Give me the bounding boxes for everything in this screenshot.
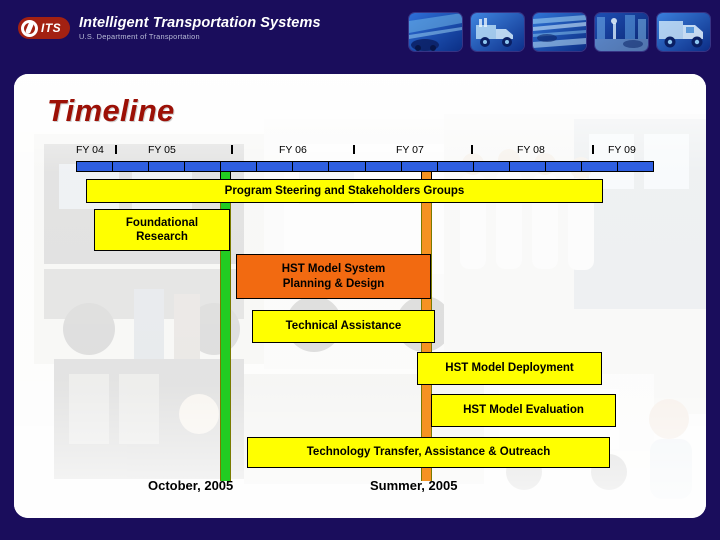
thumbnail-freight-truck [657,13,710,51]
fy-label-04: FY 04 [76,144,104,156]
quarter-segment [545,162,582,171]
axis-tick [231,145,233,154]
quarter-segment [437,162,474,171]
task-bar-technology-transfer-assistance-outreach: Technology Transfer, Assistance & Outrea… [247,437,610,468]
fy-label-05: FY 05 [148,144,176,156]
quarter-segment [401,162,438,171]
task-bar-hst-model-system-planning-design: HST Model System Planning & Design [236,254,431,299]
fy-label-07: FY 07 [396,144,424,156]
its-logo: ITS Intelligent Transportation Systems U… [18,15,321,42]
fy-label-06: FY 06 [279,144,307,156]
quarter-segment [617,162,653,171]
fy-label-08: FY 08 [517,144,545,156]
slide-header: ITS Intelligent Transportation Systems U… [0,0,720,74]
quarter-segment [509,162,546,171]
its-title: Intelligent Transportation Systems [79,15,321,31]
quarter-segment [581,162,618,171]
task-label-line1: Foundational [125,216,199,229]
task-bar-hst-model-deployment: HST Model Deployment [417,352,602,385]
axis-tick [353,145,355,154]
task-bar-hst-model-evaluation: HST Model Evaluation [431,394,616,427]
thumbnail-tow-truck [471,13,524,51]
caption-summer-2005: Summer, 2005 [370,478,458,493]
quarter-segment [293,162,330,171]
quarter-segment [149,162,186,171]
quarter-segment [185,162,222,171]
slide-root: ITS Intelligent Transportation Systems U… [0,0,720,540]
task-label-line2: Planning & Design [282,277,385,290]
its-subtitle: U.S. Department of Transportation [79,32,200,42]
caption-october-2005: October, 2005 [148,478,234,493]
quarter-segment [473,162,510,171]
axis-tick [471,145,473,154]
task-bar-program-steering: Program Steering and Stakeholders Groups [86,179,603,203]
fiscal-year-axis-bar [76,161,654,172]
thumbnail-motion-blur-traffic [533,13,586,51]
quarter-segment [329,162,366,171]
thumbnail-street-intersection [595,13,648,51]
quarter-segment [77,162,114,171]
its-badge-label: ITS [41,21,62,36]
task-label: HST Model Evaluation [463,404,584,417]
page-title: Timeline [47,93,175,128]
fiscal-year-axis-labels: FY 04 FY 05 FY 06 FY 07 FY 08 FY 09 [14,144,706,160]
task-bar-technical-assistance: Technical Assistance [252,310,435,343]
fy-label-09: FY 09 [608,144,636,156]
thumbnail-highway-car [409,13,462,51]
its-logo-titles: Intelligent Transportation Systems U.S. … [79,15,321,42]
quarter-segment [221,162,258,171]
axis-tick [592,145,594,154]
quarter-segment [257,162,294,171]
task-label: HST Model Deployment [445,362,574,375]
axis-tick [115,145,117,154]
task-label-line2: Research [136,231,188,243]
quarter-segment [113,162,150,171]
task-label: Program Steering and Stakeholders Groups [224,184,465,197]
slide-body-panel: Timeline FY 04 FY 05 FY 06 FY 07 FY 08 F… [14,74,706,518]
quarter-segment [365,162,402,171]
dot-triskelion-seal-icon [21,19,38,37]
timeline-chart: Timeline FY 04 FY 05 FY 06 FY 07 FY 08 F… [14,74,706,518]
task-label: Technology Transfer, Assistance & Outrea… [306,446,551,459]
header-thumbnail-strip [409,13,710,51]
task-bar-foundational-research: Foundational Research [94,209,230,251]
task-label: Technical Assistance [285,320,402,333]
its-badge: ITS [18,17,70,40]
task-label-line1: HST Model System [281,263,386,276]
